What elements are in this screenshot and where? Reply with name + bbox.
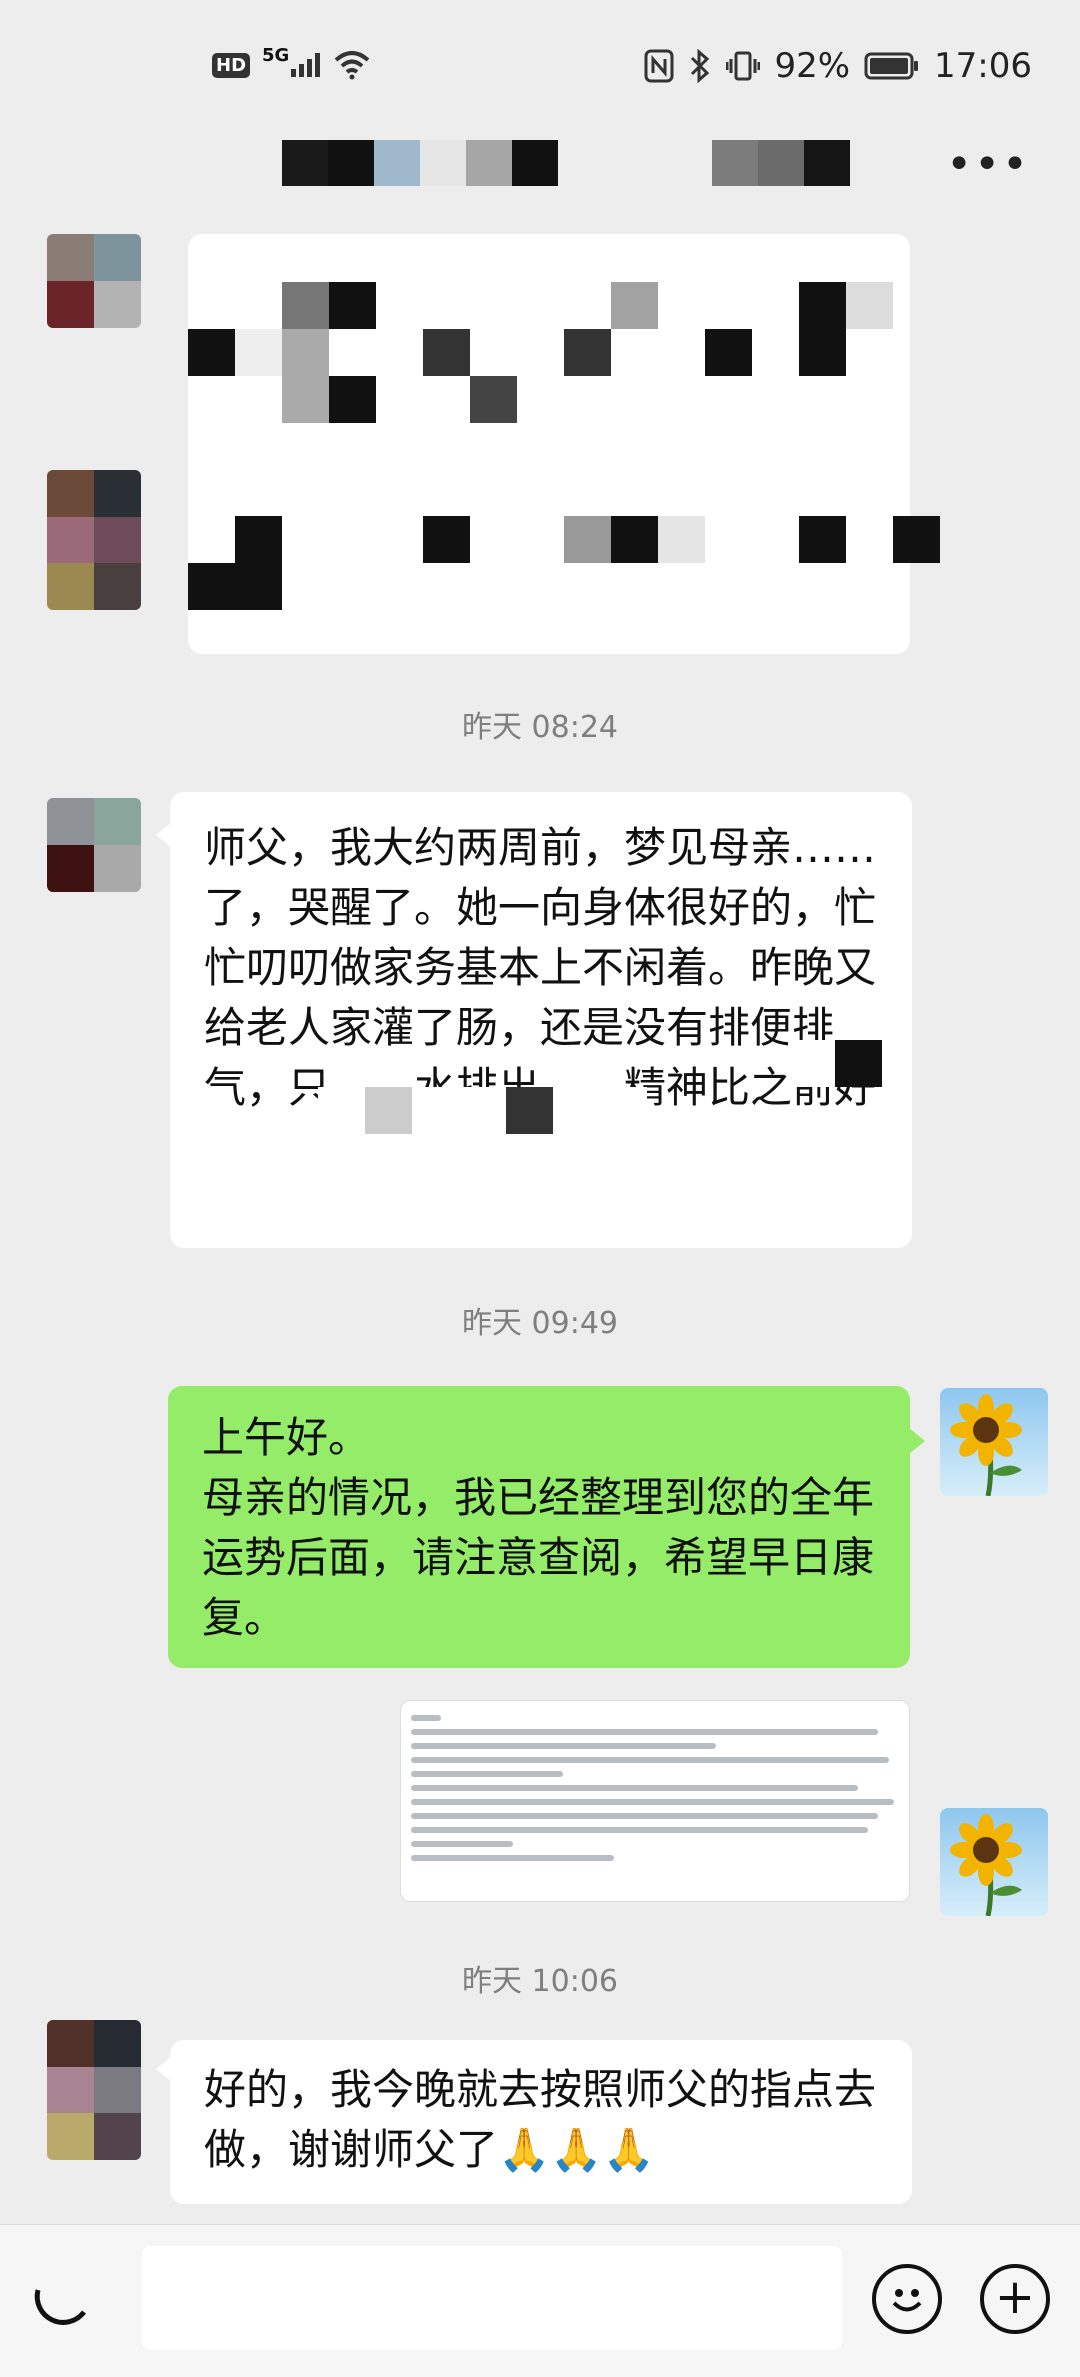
redacted-message-bubble[interactable] xyxy=(188,234,940,654)
message-text: 好的，我今晚就去按照师父的指点去做，谢谢师父了🙏🙏🙏 xyxy=(204,2065,877,2174)
mosaic-redaction-2 xyxy=(188,516,940,610)
network-type: 5G xyxy=(262,44,290,66)
document-preview xyxy=(401,1701,909,1861)
mosaic-redaction xyxy=(188,282,940,423)
status-bar: HD 5G 92% 17:06 xyxy=(0,0,1080,135)
battery-icon xyxy=(864,52,919,80)
contact-avatar-2[interactable] xyxy=(47,470,141,610)
timestamp: 昨天 10:06 xyxy=(462,1964,618,1999)
signal-icon xyxy=(291,53,321,77)
chat-title-redacted[interactable] xyxy=(282,140,850,186)
timestamp: 昨天 09:49 xyxy=(462,1306,618,1341)
document-image-message[interactable] xyxy=(400,1700,910,1902)
vibrate-icon xyxy=(726,51,761,81)
bluetooth-icon xyxy=(691,49,710,83)
voice-icon[interactable] xyxy=(24,2254,104,2334)
self-avatar[interactable] xyxy=(940,1808,1048,1916)
bubble-tail xyxy=(909,1428,925,1454)
add-label: + xyxy=(994,2269,1036,2325)
message-bubble-incoming[interactable]: 师父，我大约两周前，梦见母亲……了，哭醒了。她一向身体很好的，忙忙叨叨做家务基本… xyxy=(170,792,912,1248)
status-right: 92% 17:06 xyxy=(644,46,1032,86)
sunflower-image xyxy=(950,1394,1022,1496)
self-avatar[interactable] xyxy=(940,1388,1048,1496)
more-options-button[interactable]: ••• xyxy=(946,143,1030,187)
hd-icon: HD xyxy=(212,52,251,78)
add-icon[interactable]: + xyxy=(980,2264,1050,2334)
nfc-icon xyxy=(644,49,674,83)
clock: 17:06 xyxy=(934,46,1032,86)
contact-avatar[interactable] xyxy=(47,798,141,892)
message-input[interactable] xyxy=(142,2246,842,2350)
wifi-icon xyxy=(335,51,370,80)
message-text: 上午好。 母亲的情况，我已经整理到您的全年运势后面，请注意查阅，希望早日康复。 xyxy=(202,1413,875,1642)
sunflower-image xyxy=(950,1814,1022,1916)
contact-avatar[interactable] xyxy=(47,2020,141,2160)
message-bubble-outgoing[interactable]: 上午好。 母亲的情况，我已经整理到您的全年运势后面，请注意查阅，希望早日康复。 xyxy=(168,1386,910,1668)
mosaic-redaction xyxy=(318,1040,882,1134)
contact-avatar[interactable] xyxy=(47,234,141,328)
message-bubble-incoming[interactable]: 好的，我今晚就去按照师父的指点去做，谢谢师父了🙏🙏🙏 xyxy=(170,2040,912,2204)
battery-percent: 92% xyxy=(774,46,851,86)
timestamp: 昨天 08:24 xyxy=(462,710,618,745)
emoji-icon[interactable] xyxy=(872,2264,942,2334)
status-left: HD 5G xyxy=(212,45,372,80)
